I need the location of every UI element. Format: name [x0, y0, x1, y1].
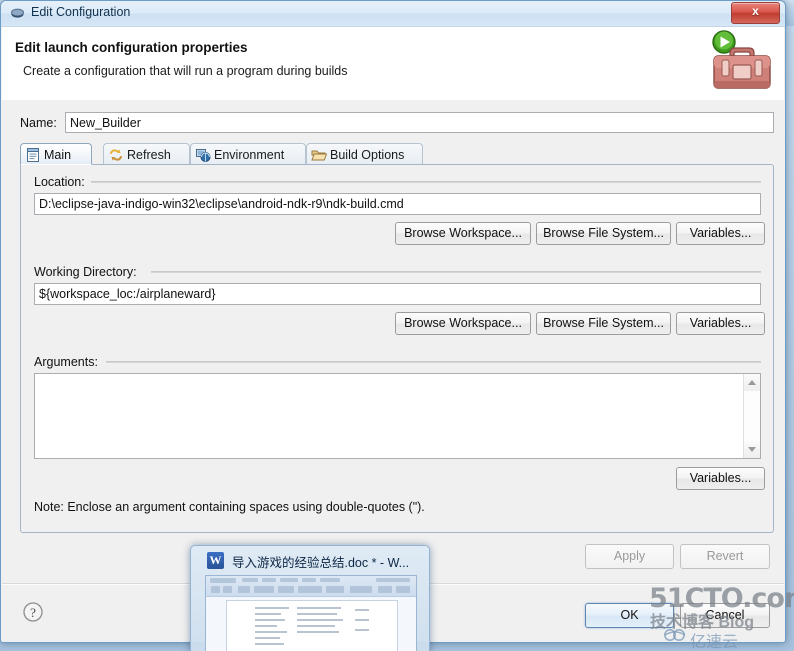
- word-icon: W: [207, 552, 224, 569]
- tab-main-label: Main: [44, 148, 72, 162]
- toolbox-run-icon: [704, 29, 776, 93]
- tab-main[interactable]: Main: [20, 143, 92, 165]
- main-document-icon: [25, 147, 41, 163]
- screen: Edit Configuration x Edit launch configu…: [0, 0, 794, 651]
- location-label: Location:: [34, 175, 90, 189]
- svg-text:?: ?: [30, 605, 36, 620]
- thumbnail-ribbon: [206, 576, 416, 597]
- apply-button[interactable]: Apply: [585, 544, 674, 569]
- help-question-icon[interactable]: ?: [22, 601, 44, 623]
- dialog-banner: Edit launch configuration properties Cre…: [2, 27, 784, 101]
- name-input[interactable]: [65, 112, 774, 133]
- tab-environment[interactable]: Environment: [190, 143, 306, 165]
- banner-heading: Edit launch configuration properties: [15, 40, 248, 55]
- environment-icon: [195, 147, 211, 163]
- location-browse-workspace-button[interactable]: Browse Workspace...: [395, 222, 531, 245]
- thumbnail-header: W 导入游戏的经验总结.doc * - W...: [191, 546, 429, 574]
- banner-subheading: Create a configuration that will run a p…: [23, 64, 348, 78]
- location-variables-button[interactable]: Variables...: [676, 222, 765, 245]
- thumbnail-document-page: [226, 600, 398, 651]
- working-directory-variables-button[interactable]: Variables...: [676, 312, 765, 335]
- working-directory-input[interactable]: [34, 283, 761, 305]
- scroll-track[interactable]: [744, 391, 760, 441]
- location-input[interactable]: [34, 193, 761, 215]
- thumbnail-title: 导入游戏的经验总结.doc * - W...: [232, 556, 410, 570]
- location-separator: [91, 181, 761, 183]
- tab-refresh[interactable]: Refresh: [103, 143, 190, 165]
- arguments-scrollbar[interactable]: [743, 374, 760, 458]
- taskbar-thumbnail-preview[interactable]: W 导入游戏的经验总结.doc * - W...: [190, 545, 430, 651]
- tab-panel-main: Location: Browse Workspace... Browse Fil…: [20, 164, 774, 533]
- name-label: Name:: [20, 116, 57, 130]
- arguments-label: Arguments:: [34, 355, 103, 369]
- arguments-note: Note: Enclose an argument containing spa…: [34, 500, 425, 514]
- tab-refresh-label: Refresh: [127, 148, 171, 162]
- working-directory-browse-file-system-button[interactable]: Browse File System...: [536, 312, 671, 335]
- working-directory-browse-workspace-button[interactable]: Browse Workspace...: [395, 312, 531, 335]
- working-directory-separator: [151, 271, 761, 273]
- tab-environment-label: Environment: [214, 148, 285, 162]
- scroll-down-icon[interactable]: [744, 441, 760, 458]
- watermark-yisuyun: 亿速云: [690, 634, 739, 651]
- tab-build-options-label: Build Options: [330, 148, 405, 162]
- revert-button[interactable]: Revert: [680, 544, 770, 569]
- dialog-title: Edit Configuration: [31, 5, 131, 19]
- tab-build-options[interactable]: Build Options: [306, 143, 423, 165]
- arguments-separator: [106, 361, 761, 363]
- launch-config-icon: [10, 6, 25, 21]
- working-directory-label: Working Directory:: [34, 265, 142, 279]
- arguments-textarea-box[interactable]: [34, 373, 761, 459]
- scroll-up-icon[interactable]: [744, 374, 760, 391]
- name-row: Name:: [20, 112, 774, 134]
- location-browse-file-system-button[interactable]: Browse File System...: [536, 222, 671, 245]
- tab-folder: Main Refresh Environment Build Options L…: [20, 143, 774, 533]
- folder-open-icon: [311, 147, 328, 163]
- thumbnail-window-image: [205, 575, 417, 651]
- arguments-variables-button[interactable]: Variables...: [676, 467, 765, 490]
- close-button[interactable]: x: [731, 2, 780, 24]
- dialog-titlebar: Edit Configuration x: [1, 1, 785, 27]
- tab-strip: Main Refresh Environment Build Options: [20, 143, 774, 165]
- cloud-icon: [663, 627, 687, 643]
- refresh-arrows-icon: [108, 147, 124, 163]
- close-icon: x: [752, 4, 759, 18]
